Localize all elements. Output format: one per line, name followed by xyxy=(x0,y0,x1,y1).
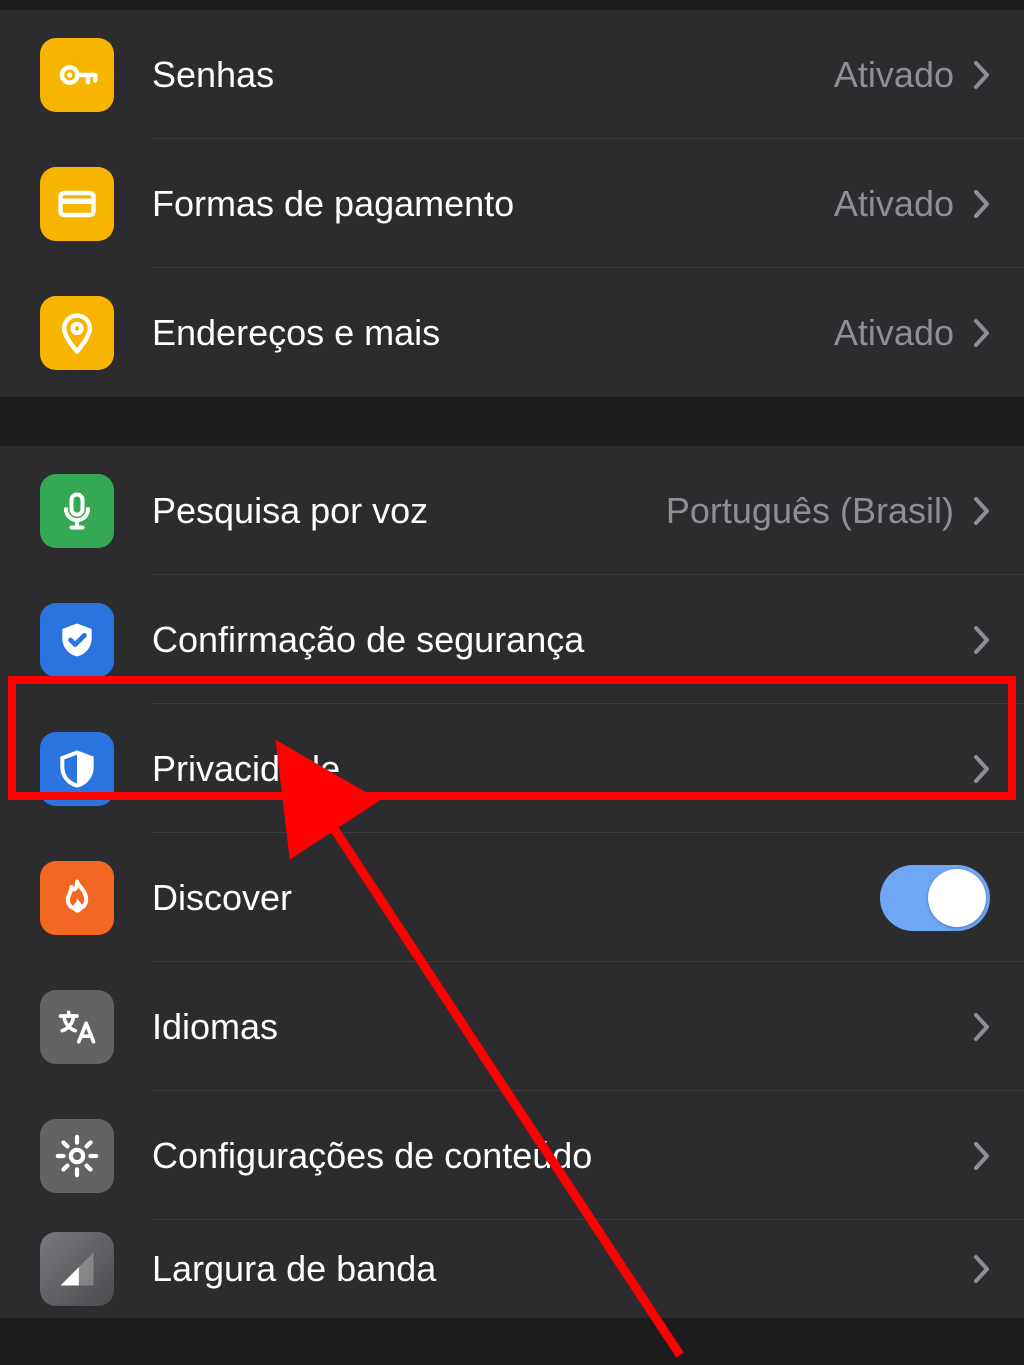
row-label: Senhas xyxy=(152,54,834,96)
row-label: Endereços e mais xyxy=(152,312,834,354)
row-value: Ativado xyxy=(834,312,954,354)
shield-check-icon xyxy=(40,603,114,677)
gear-icon xyxy=(40,1119,114,1193)
chevron-right-icon xyxy=(974,1013,990,1041)
chevron-right-icon xyxy=(974,1255,990,1283)
row-label: Privacidade xyxy=(152,748,974,790)
row-label: Configurações de conteúdo xyxy=(152,1135,974,1177)
row-addresses[interactable]: Endereços e mais Ativado xyxy=(0,268,1024,397)
chevron-right-icon xyxy=(974,61,990,89)
pin-icon xyxy=(40,296,114,370)
row-security-checkup[interactable]: Confirmação de segurança xyxy=(0,575,1024,704)
mic-icon xyxy=(40,474,114,548)
flame-icon xyxy=(40,861,114,935)
row-passwords[interactable]: Senhas Ativado xyxy=(0,10,1024,139)
row-label: Discover xyxy=(152,877,880,919)
chevron-right-icon xyxy=(974,319,990,347)
shield-half-icon xyxy=(40,732,114,806)
row-bandwidth[interactable]: Largura de banda xyxy=(0,1220,1024,1318)
row-content-settings[interactable]: Configurações de conteúdo xyxy=(0,1091,1024,1220)
row-voice-search[interactable]: Pesquisa por voz Português (Brasil) xyxy=(0,446,1024,575)
row-languages[interactable]: Idiomas xyxy=(0,962,1024,1091)
chevron-right-icon xyxy=(974,1142,990,1170)
chevron-right-icon xyxy=(974,755,990,783)
row-label: Idiomas xyxy=(152,1006,974,1048)
chevron-right-icon xyxy=(974,626,990,654)
signal-icon xyxy=(40,1232,114,1306)
discover-toggle[interactable] xyxy=(880,865,990,931)
row-label: Largura de banda xyxy=(152,1248,974,1290)
card-icon xyxy=(40,167,114,241)
chevron-right-icon xyxy=(974,190,990,218)
row-discover[interactable]: Discover xyxy=(0,833,1024,962)
translate-icon xyxy=(40,990,114,1064)
row-label: Formas de pagamento xyxy=(152,183,834,225)
chevron-right-icon xyxy=(974,497,990,525)
settings-group-autofill: Senhas Ativado Formas de pagamento Ativa… xyxy=(0,10,1024,397)
row-label: Pesquisa por voz xyxy=(152,490,666,532)
row-value: Ativado xyxy=(834,183,954,225)
settings-screen: Senhas Ativado Formas de pagamento Ativa… xyxy=(0,0,1024,1365)
settings-group-general: Pesquisa por voz Português (Brasil) Conf… xyxy=(0,446,1024,1318)
row-payment-methods[interactable]: Formas de pagamento Ativado xyxy=(0,139,1024,268)
row-value: Ativado xyxy=(834,54,954,96)
key-icon xyxy=(40,38,114,112)
row-label: Confirmação de segurança xyxy=(152,619,974,661)
row-value: Português (Brasil) xyxy=(666,490,954,532)
row-privacy[interactable]: Privacidade xyxy=(0,704,1024,833)
